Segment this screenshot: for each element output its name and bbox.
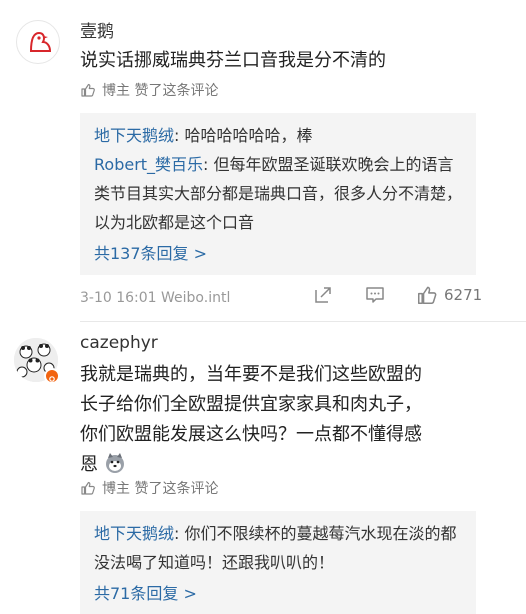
comment-text-line: 长子给你们全欧盟提供宜家家具和肉丸子， [80,394,422,415]
thumbs-up-icon [417,286,437,305]
reply-box: 地下天鹅绒: 哈哈哈哈哈哈，棒 Robert_樊百乐: 但每年欧盟圣诞联欢晚会上… [80,113,476,275]
like-count: 6271 [444,286,483,304]
verified-badge [44,368,60,384]
reply-author[interactable]: 地下天鹅绒 [94,126,174,145]
reply-item: Robert_樊百乐: 但每年欧盟圣诞联欢晚会上的语言类节目其实大部分都是瑞典口… [94,150,462,237]
thumbs-up-icon [81,481,95,495]
comment-text-line: 恩 [80,454,98,475]
divider [80,321,526,322]
comment-text: 说实话挪威瑞典芬兰口音我是分不清的 [80,50,386,71]
comment-username[interactable]: cazephyr [80,333,158,353]
comment-text-line: 我就是瑞典的，当年要不是我们这些欧盟的 [80,364,422,385]
avatar[interactable] [16,20,60,64]
reply-colon: : [174,126,185,145]
reply-item: 地下天鹅绒: 哈哈哈哈哈哈，棒 [94,121,462,150]
more-replies-link[interactable]: 共137条回复 > [94,239,462,268]
liked-by-line: 博主 赞了这条评论 [80,478,218,498]
share-icon [315,287,331,303]
reply-colon: : [203,155,214,174]
thumbs-up-icon [81,83,95,97]
reply-text: 哈哈哈哈哈哈，棒 [184,126,313,145]
comment-icon [366,287,384,303]
badge-star-icon [49,376,55,382]
reply-box: 地下天鹅绒: 你们不限续杯的蔓越莓汽水现在淡的都没法喝了知道吗！还跟我叭叭的！ … [80,511,476,614]
reply-item: 地下天鹅绒: 你们不限续杯的蔓越莓汽水现在淡的都没法喝了知道吗！还跟我叭叭的！ [94,519,462,577]
comment-username[interactable]: 壹鹅 [80,17,114,42]
reply-colon: : [174,524,185,543]
goose-avatar-icon [29,31,52,52]
reply-author[interactable]: 地下天鹅绒 [94,524,174,543]
comment-text-last-line: 恩 [80,450,500,480]
liked-by-text: 博主 赞了这条评论 [102,481,219,497]
comment-actions: 6271 [282,284,482,306]
share-button[interactable] [312,284,334,306]
more-replies-link[interactable]: 共71条回复 > [94,579,462,608]
reply-button[interactable] [364,284,386,306]
husky-emoji-icon [105,453,124,473]
liked-by-text: 博主 赞了这条评论 [102,83,219,99]
like-button[interactable]: 6271 [416,284,482,306]
comment-text-line: 你们欧盟能发展这么快吗？一点都不懂得感 [80,424,422,445]
comment-text: 我就是瑞典的，当年要不是我们这些欧盟的 长子给你们全欧盟提供宜家家具和肉丸子， … [80,360,500,480]
liked-by-line: 博主 赞了这条评论 [80,80,218,100]
comment-meta: 3-10 16:01 Weibo.intl [80,290,231,306]
reply-author[interactable]: Robert_樊百乐 [94,155,203,174]
